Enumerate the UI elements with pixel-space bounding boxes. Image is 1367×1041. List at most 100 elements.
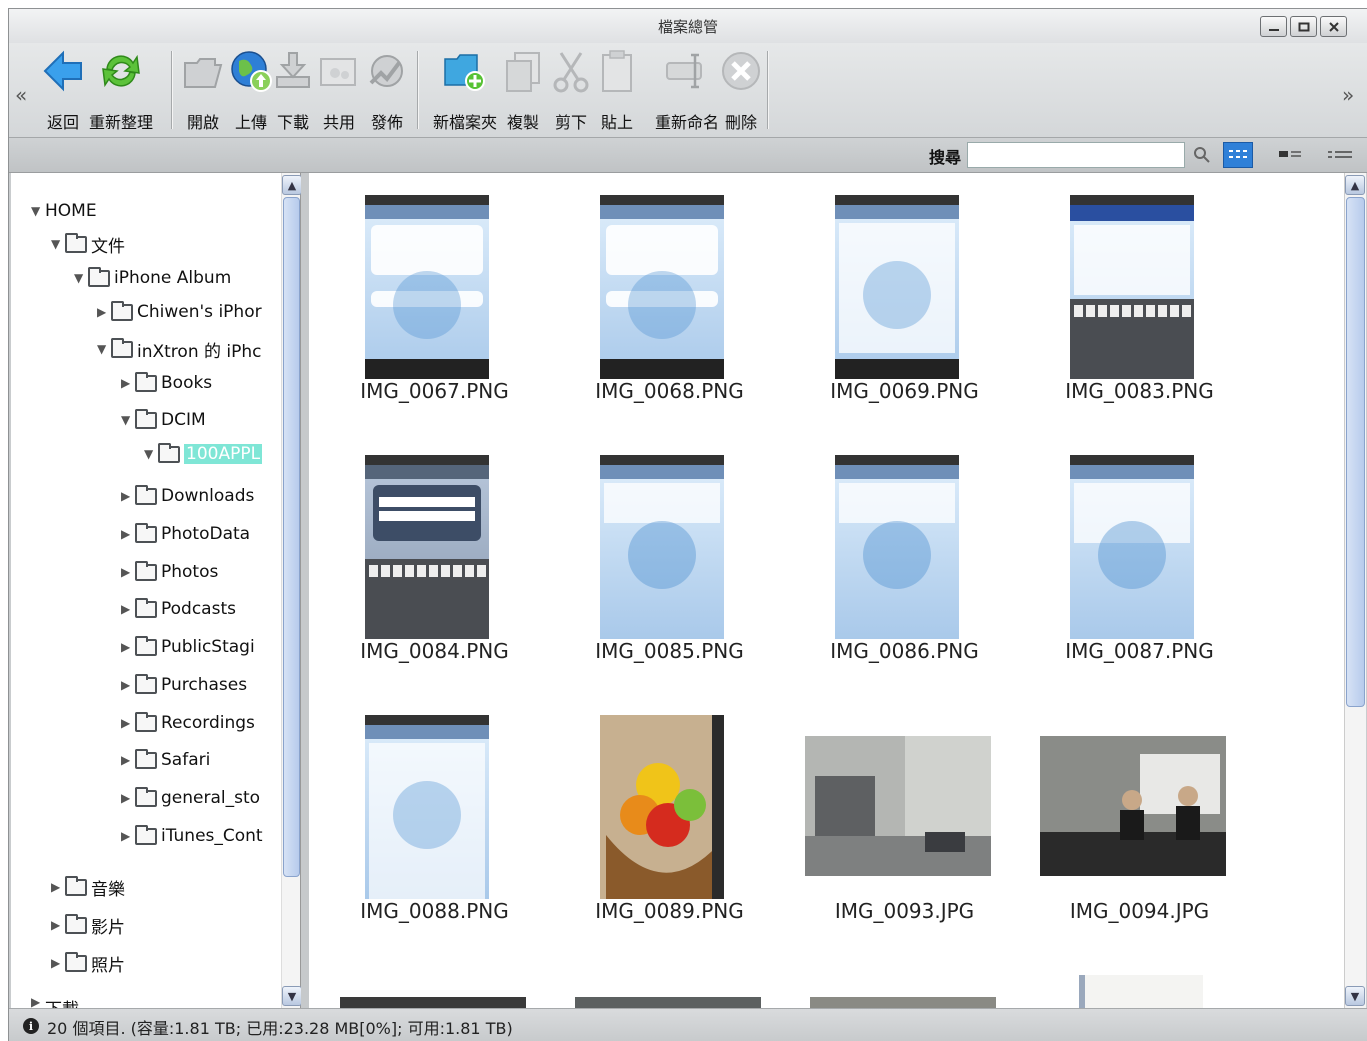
collapse-arrow-icon[interactable]: ▶ [31, 995, 45, 1009]
collapse-arrow-icon[interactable]: ▶ [121, 489, 135, 503]
collapse-arrow-icon[interactable]: ▶ [121, 791, 135, 805]
file-name[interactable]: IMG_0089.PNG [552, 899, 787, 923]
file-thumbnail[interactable] [600, 455, 724, 639]
tree-node[interactable]: ▶ Recordings [121, 710, 255, 736]
collapse-arrow-icon[interactable]: ▶ [121, 376, 135, 390]
scroll-down-button[interactable]: ▼ [1345, 986, 1365, 1006]
tree-node[interactable]: ▶ 影片 [51, 912, 125, 938]
pane-splitter[interactable] [301, 173, 309, 1008]
close-button[interactable] [1320, 16, 1347, 37]
tree-node[interactable]: ▶ Podcasts [121, 596, 236, 622]
search-button[interactable] [1189, 142, 1215, 168]
tree-node[interactable]: ▶下載 [31, 995, 79, 1009]
cut-button[interactable]: 剪下 [549, 47, 593, 132]
tree-node[interactable]: ▼ 文件 [51, 231, 125, 257]
publish-button[interactable]: 發佈 [365, 47, 409, 132]
file-thumbnail[interactable] [1070, 455, 1194, 639]
file-name[interactable]: IMG_0093.JPG [787, 899, 1022, 923]
file-thumbnail[interactable] [805, 736, 991, 876]
delete-button[interactable]: 刪除 [719, 47, 763, 132]
tree-node-home[interactable]: ▼ HOME [31, 198, 97, 224]
file-thumbnail[interactable] [575, 997, 761, 1008]
list-view-button[interactable] [1325, 142, 1355, 168]
collapse-arrow-icon[interactable]: ▶ [121, 678, 135, 692]
tree-scrollbar[interactable]: ▲ ▼ [281, 173, 302, 1008]
tree-node[interactable]: ▼ inXtron 的 iPhc [97, 336, 262, 362]
copy-button[interactable]: 複製 [501, 47, 545, 132]
tree-node[interactable]: ▶ Downloads [121, 483, 254, 509]
file-name[interactable]: IMG_0069.PNG [787, 379, 1022, 403]
file-thumbnail[interactable] [365, 455, 489, 639]
file-thumbnail[interactable] [810, 997, 996, 1008]
file-thumbnail[interactable] [1040, 736, 1226, 876]
open-button[interactable]: 開啟 [181, 47, 225, 132]
file-name[interactable]: IMG_0085.PNG [552, 639, 787, 663]
collapse-arrow-icon[interactable]: ▶ [121, 640, 135, 654]
maximize-button[interactable] [1290, 16, 1317, 37]
file-name[interactable]: IMG_0083.PNG [1022, 379, 1257, 403]
tree-node-selected[interactable]: ▼ 100APPL [144, 441, 263, 467]
collapse-arrow-icon[interactable]: ▶ [121, 565, 135, 579]
paste-button[interactable]: 貼上 [595, 47, 639, 132]
tree-node[interactable]: ▶ 照片 [51, 950, 125, 976]
expand-arrow-icon[interactable]: ▼ [31, 204, 45, 218]
scroll-down-button[interactable]: ▼ [282, 986, 302, 1006]
tree-node[interactable]: ▶ Safari [121, 747, 210, 773]
tree-node[interactable]: ▶ PhotoData [121, 521, 250, 547]
tree-node[interactable]: ▶ Purchases [121, 672, 247, 698]
expand-arrow-icon[interactable]: ▼ [121, 413, 135, 427]
thumbnail-view-button[interactable] [1223, 142, 1253, 168]
rename-button[interactable]: 重新命名 [655, 47, 719, 132]
file-name[interactable]: IMG_0068.PNG [552, 379, 787, 403]
collapse-arrow-icon[interactable]: ▶ [121, 753, 135, 767]
file-name[interactable]: IMG_0088.PNG [317, 899, 552, 923]
collapse-arrow-icon[interactable]: ▶ [121, 527, 135, 541]
tree-node[interactable]: ▶ 音樂 [51, 874, 125, 900]
file-name[interactable]: IMG_0087.PNG [1022, 639, 1257, 663]
file-thumbnail[interactable] [1070, 195, 1194, 379]
collapse-arrow-icon[interactable]: ▶ [121, 716, 135, 730]
tree-node[interactable]: ▶ Chiwen's iPhor [97, 299, 262, 325]
file-thumbnail[interactable] [835, 455, 959, 639]
refresh-button[interactable]: 重新整理 [89, 47, 153, 132]
file-thumbnail[interactable] [365, 715, 489, 899]
file-thumbnail[interactable] [600, 715, 724, 899]
search-input[interactable] [967, 142, 1185, 168]
file-name[interactable]: IMG_0067.PNG [317, 379, 552, 403]
tree-node[interactable]: ▶ iTunes_Cont [121, 823, 263, 849]
scroll-thumb[interactable] [1346, 197, 1365, 707]
share-button[interactable]: 共用 [317, 47, 361, 132]
tree-node[interactable]: ▶ Books [121, 370, 212, 396]
new-folder-button[interactable]: 新檔案夾 [433, 47, 497, 132]
detail-view-button[interactable] [1275, 142, 1305, 168]
collapse-arrow-icon[interactable]: ▶ [51, 956, 65, 970]
file-thumbnail[interactable] [340, 997, 526, 1008]
collapse-arrow-icon[interactable]: ▶ [51, 880, 65, 894]
back-button[interactable]: 返回 [41, 47, 85, 132]
expand-arrow-icon[interactable]: ▼ [51, 237, 65, 251]
file-name[interactable]: IMG_0084.PNG [317, 639, 552, 663]
file-name[interactable]: IMG_0086.PNG [787, 639, 1022, 663]
tree-node[interactable]: ▶ PublicStagi [121, 634, 255, 660]
collapse-arrow-icon[interactable]: ▶ [51, 918, 65, 932]
minimize-button[interactable] [1260, 16, 1287, 37]
scroll-up-button[interactable]: ▲ [282, 175, 302, 195]
tree-node[interactable]: ▼ DCIM [121, 407, 206, 433]
file-grid-scrollbar[interactable]: ▲ ▼ [1344, 173, 1366, 1008]
collapse-arrow-icon[interactable]: ▶ [121, 829, 135, 843]
scroll-up-button[interactable]: ▲ [1345, 175, 1365, 195]
tree-node[interactable]: ▶ Photos [121, 559, 218, 585]
expand-arrow-icon[interactable]: ▼ [74, 271, 88, 285]
file-thumbnail[interactable] [600, 195, 724, 379]
download-button[interactable]: 下載 [271, 47, 315, 132]
scroll-thumb[interactable] [283, 197, 300, 877]
file-name[interactable]: IMG_0094.JPG [1022, 899, 1257, 923]
tree-node[interactable]: ▶ general_sto [121, 785, 260, 811]
file-thumbnail[interactable] [365, 195, 489, 379]
collapse-arrow-icon[interactable]: ▶ [121, 602, 135, 616]
toolbar-scroll-right[interactable]: » [1342, 83, 1354, 107]
file-thumbnail[interactable] [1079, 975, 1203, 1008]
upload-button[interactable]: 上傳 [229, 47, 273, 132]
collapse-arrow-icon[interactable]: ▶ [97, 305, 111, 319]
expand-arrow-icon[interactable]: ▼ [97, 342, 111, 356]
